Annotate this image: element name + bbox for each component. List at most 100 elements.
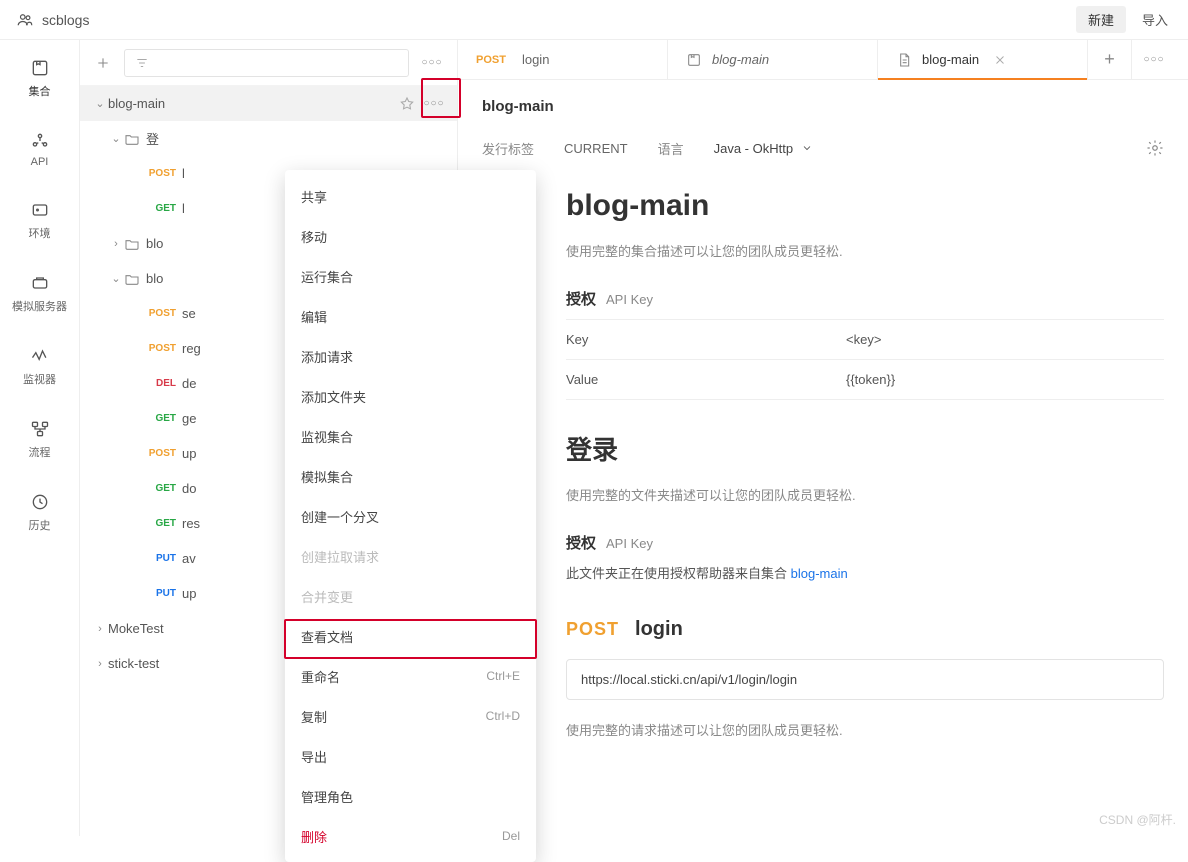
api-icon bbox=[30, 131, 50, 151]
doc-collection-desc: 使用完整的集合描述可以让您的团队成员更轻松. bbox=[566, 241, 1164, 260]
endpoint-heading: POST login bbox=[566, 618, 1164, 641]
rail-mock[interactable]: 模拟服务器 bbox=[10, 267, 70, 320]
method-badge: GET bbox=[138, 413, 176, 424]
menu-run[interactable]: 运行集合 bbox=[285, 256, 536, 296]
rail-label: 监视器 bbox=[23, 371, 56, 387]
new-button[interactable]: 新建 bbox=[1076, 6, 1126, 33]
workspace-name: scblogs bbox=[42, 12, 89, 28]
language-picker[interactable]: Java - OkHttp bbox=[714, 141, 813, 156]
rail-label: 历史 bbox=[29, 517, 51, 533]
menu-duplicate[interactable]: 复制Ctrl+D bbox=[285, 696, 536, 736]
menu-edit[interactable]: 编辑 bbox=[285, 296, 536, 336]
tree-root-blog-main[interactable]: ⌄ blog-main ○○○ bbox=[80, 86, 457, 121]
method-badge: POST bbox=[138, 308, 176, 319]
rail-label: 流程 bbox=[29, 444, 51, 460]
watermark: CSDN @阿杆. bbox=[1099, 811, 1176, 828]
rail-label: 环境 bbox=[29, 225, 51, 241]
menu-move[interactable]: 移动 bbox=[285, 216, 536, 256]
content-area: POST login blog-main blog-main + ○○○ blo… bbox=[458, 40, 1188, 836]
menu-pull-request: 创建拉取请求 bbox=[285, 536, 536, 576]
endpoint-url[interactable]: https://local.sticki.cn/api/v1/login/log… bbox=[566, 659, 1164, 700]
release-label: 发行标签 bbox=[482, 139, 534, 158]
rail-label: API bbox=[31, 156, 49, 168]
rail-history[interactable]: 历史 bbox=[10, 486, 70, 539]
doc-h1: blog-main bbox=[566, 189, 1164, 223]
flow-icon bbox=[30, 419, 50, 439]
folder-heading: 登录 bbox=[566, 430, 1164, 467]
sidebar-more-button[interactable]: ○○○ bbox=[417, 49, 447, 77]
doc-body: blog-main 使用完整的集合描述可以让您的团队成员更轻松. 授权 API … bbox=[458, 169, 1188, 807]
gear-icon[interactable] bbox=[1146, 139, 1164, 157]
history-icon bbox=[30, 492, 50, 512]
menu-delete[interactable]: 删除Del bbox=[285, 816, 536, 856]
menu-fork[interactable]: 创建一个分叉 bbox=[285, 496, 536, 536]
tabs-more-button[interactable]: ○○○ bbox=[1132, 40, 1176, 79]
endpoint-desc: 使用完整的请求描述可以让您的团队成员更轻松. bbox=[566, 720, 1164, 739]
star-icon[interactable] bbox=[399, 96, 415, 112]
plus-icon bbox=[95, 55, 111, 71]
tab-doc[interactable]: blog-main bbox=[878, 40, 1088, 79]
menu-view-docs[interactable]: 查看文档 bbox=[285, 616, 536, 656]
mock-icon bbox=[30, 273, 50, 293]
collection-icon bbox=[30, 58, 50, 78]
folder-icon bbox=[124, 271, 140, 287]
monitor-icon bbox=[30, 346, 50, 366]
rail-collections[interactable]: 集合 bbox=[10, 52, 70, 105]
app-header: scblogs 新建 导入 bbox=[0, 0, 1188, 40]
method-badge: GET bbox=[138, 203, 176, 214]
auth-kv-table: Key <key> Value {{token}} bbox=[566, 319, 1164, 400]
close-icon[interactable] bbox=[993, 53, 1007, 67]
endpoint-method: POST bbox=[566, 619, 619, 640]
doc-collection-title: blog-main bbox=[482, 98, 554, 115]
tree-folder[interactable]: ⌄ 登 bbox=[80, 121, 457, 156]
menu-monitor[interactable]: 监视集合 bbox=[285, 416, 536, 456]
release-value[interactable]: CURRENT bbox=[564, 141, 628, 156]
caret-down-icon: ⌄ bbox=[92, 97, 108, 110]
filter-icon bbox=[135, 56, 149, 70]
workspace-switcher[interactable]: scblogs bbox=[16, 11, 89, 29]
caret-down-icon: ⌄ bbox=[108, 132, 124, 145]
add-collection-button[interactable] bbox=[90, 50, 116, 76]
main-layout: 集合 API 环境 模拟服务器 监视器 流程 历史 bbox=[0, 40, 1188, 836]
collection-icon bbox=[686, 52, 702, 68]
new-tab-button[interactable]: + bbox=[1088, 40, 1132, 79]
folder-icon bbox=[124, 131, 140, 147]
menu-add-request[interactable]: 添加请求 bbox=[285, 336, 536, 376]
folder-icon bbox=[124, 236, 140, 252]
method-badge: POST bbox=[138, 448, 176, 459]
rail-label: 模拟服务器 bbox=[12, 298, 67, 314]
menu-export[interactable]: 导出 bbox=[285, 736, 536, 776]
method-badge: GET bbox=[138, 483, 176, 494]
menu-mock[interactable]: 模拟集合 bbox=[285, 456, 536, 496]
table-row: Key <key> bbox=[566, 319, 1164, 360]
auth-heading: 授权 API Key bbox=[566, 288, 1164, 309]
menu-roles[interactable]: 管理角色 bbox=[285, 776, 536, 816]
method-badge: POST bbox=[138, 168, 176, 179]
method-badge: PUT bbox=[138, 588, 176, 599]
rail-monitor[interactable]: 监视器 bbox=[10, 340, 70, 393]
tab-overview[interactable]: blog-main bbox=[668, 40, 878, 79]
rail-env[interactable]: 环境 bbox=[10, 194, 70, 247]
row-more-button[interactable]: ○○○ bbox=[419, 90, 449, 118]
table-row: Value {{token}} bbox=[566, 360, 1164, 400]
rail-flow[interactable]: 流程 bbox=[10, 413, 70, 466]
method-badge: POST bbox=[138, 343, 176, 354]
menu-share[interactable]: 共享 bbox=[285, 176, 536, 216]
folder-auth-heading: 授权 API Key bbox=[566, 532, 1164, 553]
import-button[interactable]: 导入 bbox=[1130, 6, 1180, 33]
tab-request-login[interactable]: POST login bbox=[458, 40, 668, 79]
env-icon bbox=[30, 200, 50, 220]
folder-auth-link[interactable]: blog-main bbox=[791, 566, 848, 581]
people-icon bbox=[16, 11, 34, 29]
menu-rename[interactable]: 重命名Ctrl+E bbox=[285, 656, 536, 696]
rail-api[interactable]: API bbox=[10, 125, 70, 174]
folder-desc: 使用完整的文件夹描述可以让您的团队成员更轻松. bbox=[566, 485, 1164, 504]
method-badge: DEL bbox=[138, 378, 176, 389]
method-badge: POST bbox=[476, 54, 506, 66]
menu-merge: 合并变更 bbox=[285, 576, 536, 616]
rail-label: 集合 bbox=[29, 83, 51, 99]
collection-sidebar: ○○○ ⌄ blog-main ○○○ ⌄ 登 POST l bbox=[80, 40, 458, 836]
menu-add-folder[interactable]: 添加文件夹 bbox=[285, 376, 536, 416]
filter-input[interactable] bbox=[124, 49, 409, 77]
endpoint-name: login bbox=[635, 618, 683, 641]
